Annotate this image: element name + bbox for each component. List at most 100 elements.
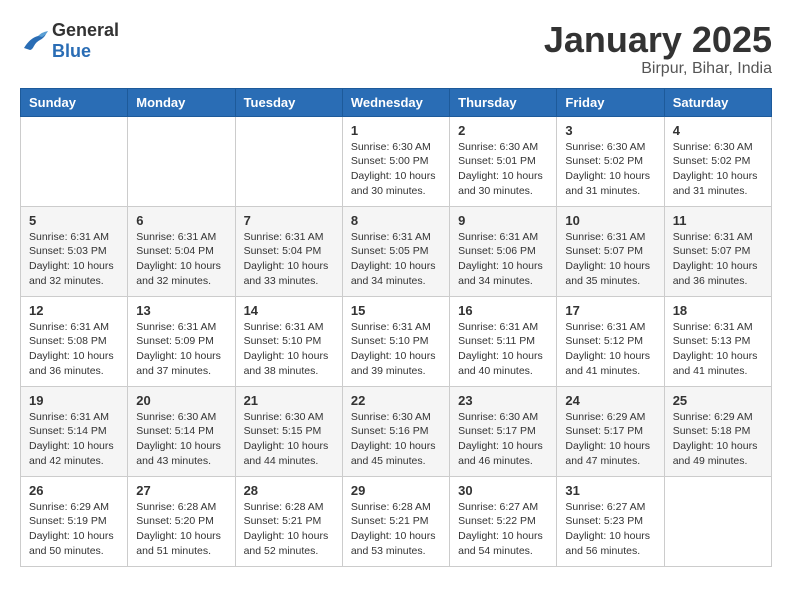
calendar-week-2: 5 Sunrise: 6:31 AMSunset: 5:03 PMDaylight… — [21, 206, 772, 296]
day-info: Sunrise: 6:30 AMSunset: 5:00 PMDaylight:… — [351, 140, 441, 199]
day-number: 22 — [351, 393, 441, 408]
table-row — [128, 116, 235, 206]
day-number: 20 — [136, 393, 226, 408]
day-number: 30 — [458, 483, 548, 498]
col-saturday: Saturday — [664, 88, 771, 116]
day-info: Sunrise: 6:31 AMSunset: 5:06 PMDaylight:… — [458, 230, 548, 289]
day-number: 15 — [351, 303, 441, 318]
day-number: 13 — [136, 303, 226, 318]
day-info: Sunrise: 6:31 AMSunset: 5:10 PMDaylight:… — [351, 320, 441, 379]
day-info: Sunrise: 6:29 AMSunset: 5:19 PMDaylight:… — [29, 500, 119, 559]
day-number: 4 — [673, 123, 763, 138]
day-info: Sunrise: 6:31 AMSunset: 5:04 PMDaylight:… — [136, 230, 226, 289]
table-row: 2 Sunrise: 6:30 AMSunset: 5:01 PMDaylight… — [450, 116, 557, 206]
logo-general: General — [52, 20, 119, 40]
table-row: 19 Sunrise: 6:31 AMSunset: 5:14 PMDayligh… — [21, 386, 128, 476]
table-row: 23Sunrise: 6:30 AMSunset: 5:17 PMDayligh… — [450, 386, 557, 476]
day-number: 6 — [136, 213, 226, 228]
table-row: 7 Sunrise: 6:31 AMSunset: 5:04 PMDaylight… — [235, 206, 342, 296]
table-row: 14 Sunrise: 6:31 AMSunset: 5:10 PMDayligh… — [235, 296, 342, 386]
table-row: 27 Sunrise: 6:28 AMSunset: 5:20 PMDayligh… — [128, 476, 235, 566]
day-number: 9 — [458, 213, 548, 228]
day-number: 25 — [673, 393, 763, 408]
calendar-week-4: 19 Sunrise: 6:31 AMSunset: 5:14 PMDayligh… — [21, 386, 772, 476]
day-number: 31 — [565, 483, 655, 498]
day-info: Sunrise: 6:28 AMSunset: 5:20 PMDaylight:… — [136, 500, 226, 559]
table-row: 10 Sunrise: 6:31 AMSunset: 5:07 PMDayligh… — [557, 206, 664, 296]
table-row: 24 Sunrise: 6:29 AMSunset: 5:17 PMDayligh… — [557, 386, 664, 476]
calendar-table: Sunday Monday Tuesday Wednesday Thursday… — [20, 88, 772, 567]
location-title: Birpur, Bihar, India — [544, 60, 772, 78]
day-info: Sunrise: 6:31 AMSunset: 5:12 PMDaylight:… — [565, 320, 655, 379]
table-row: 30 Sunrise: 6:27 AMSunset: 5:22 PMDayligh… — [450, 476, 557, 566]
col-friday: Friday — [557, 88, 664, 116]
day-number: 1 — [351, 123, 441, 138]
day-number: 17 — [565, 303, 655, 318]
day-number: 27 — [136, 483, 226, 498]
table-row: 16 Sunrise: 6:31 AMSunset: 5:11 PMDayligh… — [450, 296, 557, 386]
day-number: 12 — [29, 303, 119, 318]
table-row: 22 Sunrise: 6:30 AMSunset: 5:16 PMDayligh… — [342, 386, 449, 476]
day-number: 24 — [565, 393, 655, 408]
day-info: Sunrise: 6:31 AMSunset: 5:07 PMDaylight:… — [565, 230, 655, 289]
day-number: 19 — [29, 393, 119, 408]
day-number: 18 — [673, 303, 763, 318]
table-row: 18 Sunrise: 6:31 AMSunset: 5:13 PMDayligh… — [664, 296, 771, 386]
day-number: 29 — [351, 483, 441, 498]
day-number: 3 — [565, 123, 655, 138]
day-info: Sunrise: 6:30 AMSunset: 5:16 PMDaylight:… — [351, 410, 441, 469]
day-number: 14 — [244, 303, 334, 318]
day-info: Sunrise: 6:30 AMSunset: 5:02 PMDaylight:… — [673, 140, 763, 199]
day-info: Sunrise: 6:30 AMSunset: 5:02 PMDaylight:… — [565, 140, 655, 199]
table-row: 26Sunrise: 6:29 AMSunset: 5:19 PMDayligh… — [21, 476, 128, 566]
col-tuesday: Tuesday — [235, 88, 342, 116]
day-info: Sunrise: 6:30 AMSunset: 5:01 PMDaylight:… — [458, 140, 548, 199]
calendar-week-5: 26Sunrise: 6:29 AMSunset: 5:19 PMDayligh… — [21, 476, 772, 566]
day-info: Sunrise: 6:31 AMSunset: 5:10 PMDaylight:… — [244, 320, 334, 379]
calendar-week-1: 1 Sunrise: 6:30 AMSunset: 5:00 PMDaylight… — [21, 116, 772, 206]
day-number: 2 — [458, 123, 548, 138]
col-sunday: Sunday — [21, 88, 128, 116]
day-info: Sunrise: 6:31 AMSunset: 5:13 PMDaylight:… — [673, 320, 763, 379]
day-info: Sunrise: 6:31 AMSunset: 5:03 PMDaylight:… — [29, 230, 119, 289]
logo-blue: Blue — [52, 41, 91, 61]
day-number: 8 — [351, 213, 441, 228]
calendar-header-row: Sunday Monday Tuesday Wednesday Thursday… — [21, 88, 772, 116]
day-info: Sunrise: 6:27 AMSunset: 5:23 PMDaylight:… — [565, 500, 655, 559]
table-row — [235, 116, 342, 206]
table-row: 17 Sunrise: 6:31 AMSunset: 5:12 PMDayligh… — [557, 296, 664, 386]
day-info: Sunrise: 6:30 AMSunset: 5:14 PMDaylight:… — [136, 410, 226, 469]
table-row: 12 Sunrise: 6:31 AMSunset: 5:08 PMDayligh… — [21, 296, 128, 386]
day-info: Sunrise: 6:30 AMSunset: 5:15 PMDaylight:… — [244, 410, 334, 469]
table-row: 15 Sunrise: 6:31 AMSunset: 5:10 PMDayligh… — [342, 296, 449, 386]
title-area: January 2025 Birpur, Bihar, India — [544, 20, 772, 78]
day-info: Sunrise: 6:31 AMSunset: 5:14 PMDaylight:… — [29, 410, 119, 469]
day-number: 5 — [29, 213, 119, 228]
table-row: 28Sunrise: 6:28 AMSunset: 5:21 PMDayligh… — [235, 476, 342, 566]
table-row: 13 Sunrise: 6:31 AMSunset: 5:09 PMDayligh… — [128, 296, 235, 386]
day-info: Sunrise: 6:31 AMSunset: 5:04 PMDaylight:… — [244, 230, 334, 289]
table-row: 20 Sunrise: 6:30 AMSunset: 5:14 PMDayligh… — [128, 386, 235, 476]
day-info: Sunrise: 6:31 AMSunset: 5:11 PMDaylight:… — [458, 320, 548, 379]
day-number: 10 — [565, 213, 655, 228]
day-number: 23 — [458, 393, 548, 408]
table-row — [664, 476, 771, 566]
calendar-week-3: 12 Sunrise: 6:31 AMSunset: 5:08 PMDayligh… — [21, 296, 772, 386]
day-info: Sunrise: 6:28 AMSunset: 5:21 PMDaylight:… — [244, 500, 334, 559]
day-info: Sunrise: 6:31 AMSunset: 5:05 PMDaylight:… — [351, 230, 441, 289]
table-row: 1 Sunrise: 6:30 AMSunset: 5:00 PMDaylight… — [342, 116, 449, 206]
table-row: 6 Sunrise: 6:31 AMSunset: 5:04 PMDaylight… — [128, 206, 235, 296]
day-number: 7 — [244, 213, 334, 228]
day-info: Sunrise: 6:29 AMSunset: 5:18 PMDaylight:… — [673, 410, 763, 469]
table-row: 4 Sunrise: 6:30 AMSunset: 5:02 PMDaylight… — [664, 116, 771, 206]
col-thursday: Thursday — [450, 88, 557, 116]
page-header: General Blue January 2025 Birpur, Bihar,… — [20, 20, 772, 78]
table-row: 9 Sunrise: 6:31 AMSunset: 5:06 PMDaylight… — [450, 206, 557, 296]
day-number: 16 — [458, 303, 548, 318]
day-number: 21 — [244, 393, 334, 408]
day-info: Sunrise: 6:29 AMSunset: 5:17 PMDaylight:… — [565, 410, 655, 469]
day-info: Sunrise: 6:27 AMSunset: 5:22 PMDaylight:… — [458, 500, 548, 559]
day-info: Sunrise: 6:31 AMSunset: 5:08 PMDaylight:… — [29, 320, 119, 379]
day-info: Sunrise: 6:28 AMSunset: 5:21 PMDaylight:… — [351, 500, 441, 559]
day-info: Sunrise: 6:31 AMSunset: 5:09 PMDaylight:… — [136, 320, 226, 379]
